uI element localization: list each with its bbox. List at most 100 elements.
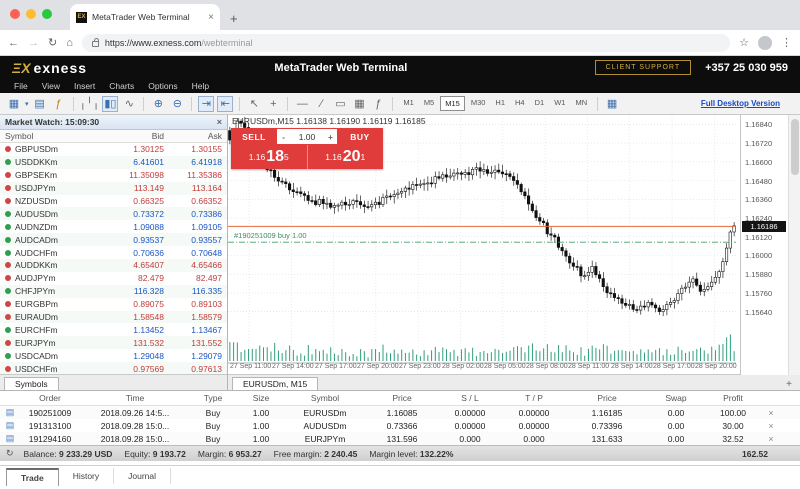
sell-price[interactable]: 1.16 18 5 (231, 145, 307, 169)
grid-icon[interactable]: ▦ (351, 96, 367, 112)
bottom-tab-trade[interactable]: Trade (6, 468, 59, 486)
close-tab-icon[interactable]: × (208, 12, 214, 23)
market-watch-row-usdjpym[interactable]: USDJPYm113.149113.164 (0, 182, 227, 195)
maximize-window-button[interactable] (42, 9, 52, 19)
reload-icon[interactable]: ↻ (48, 36, 57, 49)
bottom-tab-history[interactable]: History (59, 468, 114, 484)
timeframe-m30[interactable]: M30 (467, 96, 490, 111)
menu-insert[interactable]: Insert (74, 81, 95, 91)
order-row-191294160[interactable]: ▤1912941602018.09.28 15:0...Buy1.00EURJP… (0, 432, 800, 445)
horizontal-line-icon[interactable]: — (294, 96, 310, 112)
order-row-190251009[interactable]: ▤1902510092018.09.26 14:5...Buy1.00EURUS… (0, 406, 800, 419)
volume-increase-button[interactable]: + (324, 132, 337, 142)
close-window-button[interactable] (10, 9, 20, 19)
volume-stepper: - 1.00 + (277, 129, 337, 144)
new-chart-caret-icon[interactable]: ▾ (25, 100, 29, 108)
market-watch-row-audjpym[interactable]: AUDJPYm82.47982.497 (0, 272, 227, 285)
chart-viewport[interactable]: EURUSDm,M15 1.16138 1.16190 1.16119 1.16… (228, 115, 800, 374)
menu-view[interactable]: View (42, 81, 60, 91)
order-row-191313100[interactable]: ▤1913131002018.09.28 15:0...Buy1.00AUDUS… (0, 419, 800, 432)
market-watch-row-eurchfm[interactable]: EURCHFm1.134521.13467 (0, 323, 227, 336)
buy-price[interactable]: 1.16 20 1 (307, 145, 384, 169)
market-watch-row-chfjpym[interactable]: CHFJPYm116.328116.335 (0, 285, 227, 298)
close-order-icon[interactable]: × (762, 408, 780, 418)
bid-value: 0.93537 (106, 235, 164, 245)
market-watch-row-eurjpym[interactable]: EURJPYm131.532131.552 (0, 336, 227, 349)
add-chart-icon[interactable]: + (786, 379, 792, 390)
indicators-icon[interactable]: ƒ (51, 96, 67, 112)
market-watch-row-audcadm[interactable]: AUDCADm0.935370.93557 (0, 233, 227, 246)
orders-col-price: Price (366, 393, 438, 403)
market-watch-row-gbpsekm[interactable]: GBPSEKm11.3509811.35386 (0, 169, 227, 182)
tab-symbols[interactable]: Symbols (4, 377, 59, 390)
close-order-icon[interactable]: × (762, 434, 780, 444)
new-order-icon[interactable]: ▤ (32, 96, 48, 112)
client-support-button[interactable]: CLIENT SUPPORT (595, 60, 691, 75)
market-watch-row-audchfm[interactable]: AUDCHFm0.706360.70648 (0, 246, 227, 259)
one-click-trade-widget: SELL - 1.00 + BUY 1.16 18 5 (231, 128, 383, 169)
market-watch-row-gbpusdm[interactable]: GBPUSDm1.301251.30155 (0, 143, 227, 156)
timeframe-h4[interactable]: H4 (511, 96, 529, 111)
menu-help[interactable]: Help (192, 81, 209, 91)
fibonacci-icon[interactable]: ƒ (370, 96, 386, 112)
timeframe-d1[interactable]: D1 (531, 96, 549, 111)
bookmark-star-icon[interactable]: ☆ (739, 36, 749, 49)
timeframe-m5[interactable]: M5 (420, 96, 438, 111)
zoom-in-icon[interactable]: ⊕ (150, 96, 166, 112)
window-controls[interactable] (10, 9, 52, 19)
address-input[interactable]: https://www.exness.com/webterminal (82, 34, 730, 52)
close-icon[interactable]: × (217, 117, 222, 127)
scroll-to-end-icon[interactable]: ⇥ (198, 96, 214, 112)
market-watch-row-usdchfm[interactable]: USDCHFm0.975690.97613 (0, 362, 227, 374)
market-watch-row-eurgbpm[interactable]: EURGBPm0.890750.89103 (0, 298, 227, 311)
browser-tab[interactable]: EX MetaTrader Web Terminal × (70, 4, 220, 30)
scrollbar-thumb[interactable] (791, 119, 799, 175)
volume-decrease-button[interactable]: - (277, 132, 290, 142)
full-version-link[interactable]: Full Desktop Version (701, 99, 794, 108)
timeframe-m1[interactable]: M1 (399, 96, 417, 111)
timeframe-w1[interactable]: W1 (550, 96, 569, 111)
exness-logo[interactable]: ΞX exness (12, 60, 87, 76)
new-tab-button[interactable]: + (230, 11, 238, 30)
market-watch-row-audnzdm[interactable]: AUDNZDm1.090881.09105 (0, 220, 227, 233)
new-chart-icon[interactable]: ▦ (6, 96, 22, 112)
cursor-icon[interactable]: ↖ (246, 96, 262, 112)
text-annotation-icon[interactable]: ▭ (332, 96, 348, 112)
menu-charts[interactable]: Charts (109, 81, 134, 91)
chart-scrollbar[interactable] (788, 115, 800, 375)
home-icon[interactable]: ⌂ (66, 37, 73, 49)
volume-input[interactable]: 1.00 (290, 132, 324, 142)
menu-options[interactable]: Options (148, 81, 177, 91)
close-order-icon[interactable]: × (762, 421, 780, 431)
browser-menu-icon[interactable]: ⋮ (781, 36, 792, 49)
market-watch-row-auddkkm[interactable]: AUDDKKm4.654074.65466 (0, 259, 227, 272)
crosshair-icon[interactable]: + (265, 96, 281, 112)
bottom-tab-journal[interactable]: Journal (114, 468, 171, 484)
buy-button[interactable]: BUY (337, 128, 383, 145)
profile-avatar[interactable] (758, 36, 772, 50)
timeframe-mn[interactable]: MN (571, 96, 591, 111)
timeframe-m15[interactable]: M15 (440, 96, 465, 111)
timeframe-h1[interactable]: H1 (491, 96, 509, 111)
symbol-name: USDDKKm (15, 157, 106, 167)
sell-button[interactable]: SELL (231, 128, 277, 145)
trendline-icon[interactable]: ∕ (313, 96, 329, 112)
zoom-out-icon[interactable]: ⊖ (169, 96, 185, 112)
candlestick-icon[interactable]: ▮▯ (102, 96, 118, 112)
forward-icon[interactable]: → (28, 37, 39, 49)
market-watch-row-usdcadm[interactable]: USDCADm1.290481.29079 (0, 349, 227, 362)
menu-file[interactable]: File (14, 81, 28, 91)
market-watch-row-nzdusdm[interactable]: NZDUSDm0.663250.66352 (0, 195, 227, 208)
market-watch-row-audusdm[interactable]: AUDUSDm0.733720.73386 (0, 207, 227, 220)
chart-tab-eurusd[interactable]: EURUSDm, M15 (232, 377, 318, 390)
minimize-window-button[interactable] (26, 9, 36, 19)
market-watch-row-usddkkm[interactable]: USDDKKm6.416016.41918 (0, 156, 227, 169)
market-watch-row-euraudm[interactable]: EURAUDm1.585481.58579 (0, 311, 227, 324)
line-chart-icon[interactable]: ∿ (121, 96, 137, 112)
back-icon[interactable]: ← (8, 37, 19, 49)
tile-windows-icon[interactable]: ▦ (604, 96, 620, 112)
auto-shift-icon[interactable]: ⇤ (217, 96, 233, 112)
order-tp: 0.00000 (502, 408, 566, 418)
bar-chart-icon[interactable]: ╷╵╷ (80, 96, 100, 112)
price-tick: 1.16840 (745, 120, 772, 129)
